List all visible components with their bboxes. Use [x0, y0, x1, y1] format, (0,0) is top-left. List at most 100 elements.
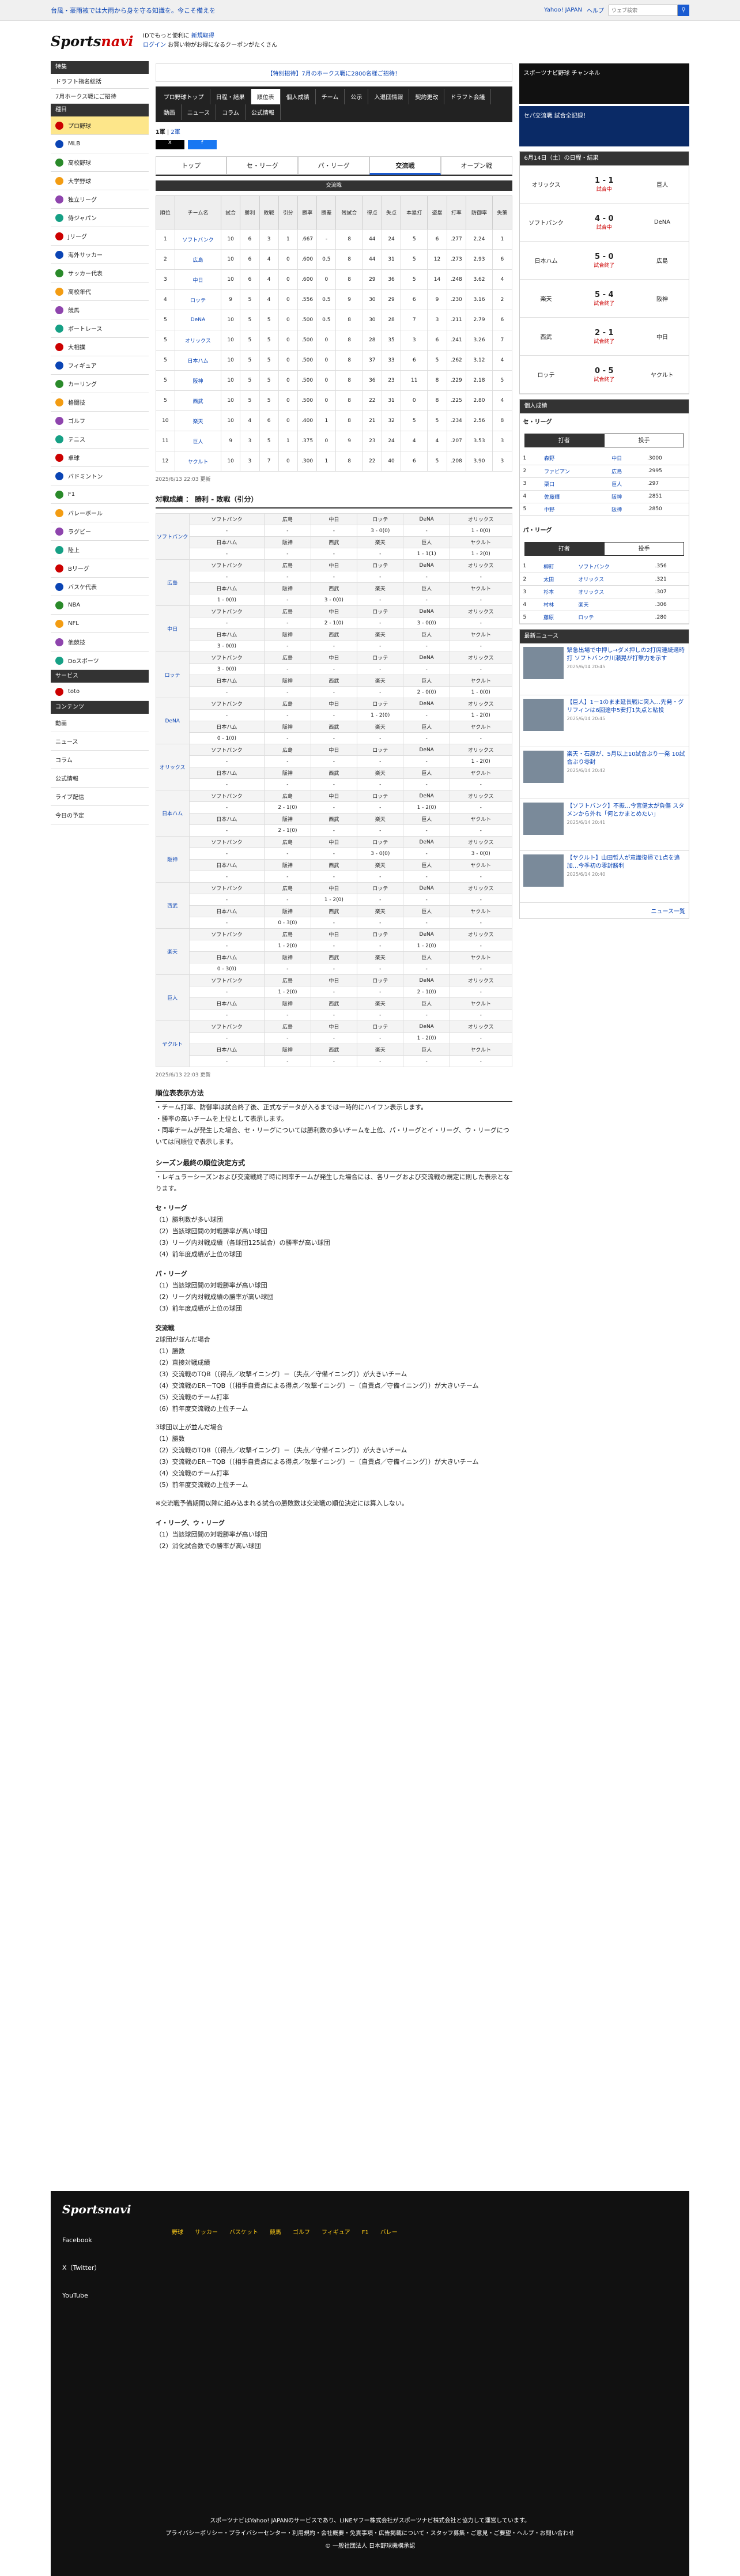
sidebar-item[interactable]: 卓球 [51, 449, 149, 467]
leader-cell[interactable]: 阪神 [608, 503, 644, 516]
pager-1gun[interactable]: 1軍 [156, 129, 165, 135]
matchup-team[interactable]: ソフトバンク [155, 513, 190, 560]
matchup-team[interactable]: 楽天 [155, 928, 190, 975]
leader-cell[interactable]: 藤原 [540, 611, 575, 624]
news-item[interactable]: 緊急出場で中押し→ダメ押しの2打席連続適時打 ソフトバンク川瀬晃が打撃力を示す 2… [519, 643, 689, 695]
sidebar-item[interactable]: ボートレース [51, 319, 149, 338]
tab-item[interactable]: ドラフト会議 [444, 89, 492, 104]
leader-cell[interactable]: 村林 [540, 598, 575, 611]
tab-item[interactable]: 契約更改 [409, 89, 445, 104]
search-input[interactable] [609, 4, 678, 16]
x-share-icon[interactable]: X [155, 140, 184, 149]
standings-cell[interactable]: 巨人 [174, 431, 222, 451]
sidebar-item[interactable]: 侍ジャパン [51, 209, 149, 227]
game-result[interactable]: 楽天 5 - 4 試合終了 阪神 [519, 280, 689, 318]
footer-sns-link[interactable]: X（Twitter） [62, 2254, 678, 2282]
sidebar-item[interactable]: 高校野球 [51, 153, 149, 172]
sidebar-item[interactable]: バドミントン [51, 467, 149, 485]
matchup-team[interactable]: 阪神 [155, 836, 190, 883]
period-tab[interactable]: パ・リーグ [298, 156, 369, 175]
sidebar-item[interactable]: NBA [51, 596, 149, 615]
leader-cell[interactable]: 中日 [608, 452, 644, 465]
game-result[interactable]: ロッテ 0 - 5 試合終了 ヤクルト [519, 356, 689, 394]
pager-2gun[interactable]: 2軍 [171, 129, 180, 135]
footer-category[interactable]: ゴルフ [293, 2225, 310, 2240]
sidebar-item[interactable]: Bリーグ [51, 559, 149, 578]
leader-cell[interactable]: 栗口 [541, 477, 609, 491]
leader-cell[interactable]: オリックス [575, 573, 652, 586]
sidebar-item[interactable]: ドラフト指名総括 [51, 74, 149, 89]
sidebar-item[interactable]: プロ野球 [51, 116, 149, 135]
notice-message[interactable]: 台風・豪雨被では大雨から身を守る知識を。今こそ備えを [51, 6, 544, 15]
news-headline[interactable]: 【ヤクルト】山田哲人が意識復帰で1点を追加…今季初の零封勝利 [567, 855, 680, 869]
interleague-ad[interactable]: セパ交流戦 試合全記録！ [519, 106, 689, 146]
tab-item[interactable]: コラム [216, 104, 246, 120]
footer-category[interactable]: フィギュア [322, 2225, 350, 2240]
leader-cell[interactable]: ファビアン [541, 465, 609, 478]
footer-links[interactable]: プライバシーポリシー・プライバシーセンター・利用規約・会社概要・免責事項・広告掲… [51, 2528, 689, 2540]
sidebar-item[interactable]: 陸上 [51, 541, 149, 559]
news-item[interactable]: 【巨人】1－1のまま延長戦に突入…先発・グリフィンは6回途中5安打1失点と粘投 2… [519, 695, 689, 747]
footer-category[interactable]: 野球 [172, 2225, 183, 2240]
sidebar-item[interactable]: 格闘技 [51, 393, 149, 412]
sidebar-item[interactable]: NFL [51, 615, 149, 633]
news-more-link[interactable]: ニュース一覧 [520, 903, 689, 918]
sidebar-item[interactable]: ニュース [51, 732, 149, 751]
register-link[interactable]: 新規取得 [191, 33, 214, 39]
leader-cell[interactable]: 柳町 [540, 560, 575, 573]
footer-logo[interactable]: Sportsnavi [62, 2202, 678, 2216]
tab-item[interactable]: ニュース [182, 104, 217, 120]
matchup-team[interactable]: DeNA [155, 698, 190, 744]
leader-cell[interactable]: 森野 [541, 452, 609, 465]
matchup-team[interactable]: 日本ハム [155, 790, 190, 837]
period-tab[interactable]: トップ [155, 156, 227, 175]
se-batter-tab[interactable]: 打者 [524, 434, 605, 447]
standings-cell[interactable]: 阪神 [174, 370, 222, 391]
period-tab[interactable]: オープン戦 [440, 156, 512, 175]
sidebar-item[interactable]: F1 [51, 485, 149, 504]
leader-cell[interactable]: オリックス [575, 585, 652, 598]
news-item[interactable]: 楽天・石原が、5月以上10試合ぶり一発 10試合ぶり零封 2025/6/14 20… [519, 747, 689, 799]
tab-item[interactable]: プロ野球トップ [158, 89, 210, 104]
tab-item[interactable]: 公式情報 [246, 104, 281, 120]
footer-category[interactable]: バスケット [229, 2225, 258, 2240]
standings-cell[interactable]: ロッテ [174, 289, 222, 310]
standings-cell[interactable]: 日本ハム [174, 350, 222, 371]
sidebar-item[interactable]: ゴルフ [51, 412, 149, 430]
standings-cell[interactable]: 西武 [174, 390, 222, 411]
news-headline[interactable]: 【巨人】1－1のまま延長戦に突入…先発・グリフィンは6回途中5安打1失点と粘投 [567, 699, 684, 714]
leader-cell[interactable]: 太田 [540, 573, 575, 586]
standings-cell[interactable]: オリックス [174, 330, 222, 351]
period-tab[interactable]: セ・リーグ [226, 156, 299, 175]
game-result[interactable]: 日本ハム 5 - 0 試合終了 広島 [519, 242, 689, 280]
help-link[interactable]: ヘルプ [587, 6, 604, 14]
sidebar-item[interactable]: バスケ代表 [51, 578, 149, 596]
sidebar-item[interactable]: バレーボール [51, 504, 149, 522]
youtube-ad[interactable]: スポーツナビ野球 チャンネル [519, 63, 689, 104]
matchup-team[interactable]: 西武 [155, 882, 190, 929]
leader-cell[interactable]: 巨人 [608, 477, 644, 491]
leader-cell[interactable]: 阪神 [608, 490, 644, 503]
news-headline[interactable]: 緊急出場で中押し→ダメ押しの2打席連続適時打 ソフトバンク川瀬晃が打撃力を示す [567, 647, 685, 662]
sidebar-item[interactable]: MLB [51, 135, 149, 153]
footer-category[interactable]: F1 [362, 2225, 369, 2240]
matchup-team[interactable]: 広島 [155, 559, 190, 606]
campaign-banner[interactable]: 【特別招待】7月のホークス戦に2800名様ご招待！ [155, 63, 512, 82]
matchup-team[interactable]: ヤクルト [155, 1020, 190, 1067]
news-headline[interactable]: 【ソフトバンク】不振…今宮健太が負傷 スタメンから外れ「何とかまとめたい」 [567, 803, 685, 818]
sidebar-item[interactable]: 高校年代 [51, 283, 149, 301]
leader-cell[interactable]: 杉本 [540, 585, 575, 598]
sidebar-item[interactable]: Doスポーツ [51, 651, 149, 670]
sidebar-item[interactable]: Jリーグ [51, 227, 149, 246]
sportsnavi-logo[interactable]: Sportsnavi [51, 33, 143, 50]
search-icon[interactable]: ⚲ [678, 4, 689, 16]
leader-cell[interactable]: 広島 [608, 465, 644, 478]
leader-cell[interactable]: ロッテ [575, 611, 652, 624]
standings-cell[interactable]: 中日 [174, 269, 222, 290]
standings-cell[interactable]: DeNA [174, 310, 222, 330]
yahoo-link[interactable]: Yahoo! JAPAN [544, 7, 582, 13]
sidebar-item[interactable]: toto [51, 683, 149, 701]
game-result[interactable]: オリックス 1 - 1 試合中 巨人 [519, 165, 689, 204]
footer-category[interactable]: バレー [380, 2225, 398, 2240]
sidebar-item[interactable]: ラグビー [51, 522, 149, 541]
